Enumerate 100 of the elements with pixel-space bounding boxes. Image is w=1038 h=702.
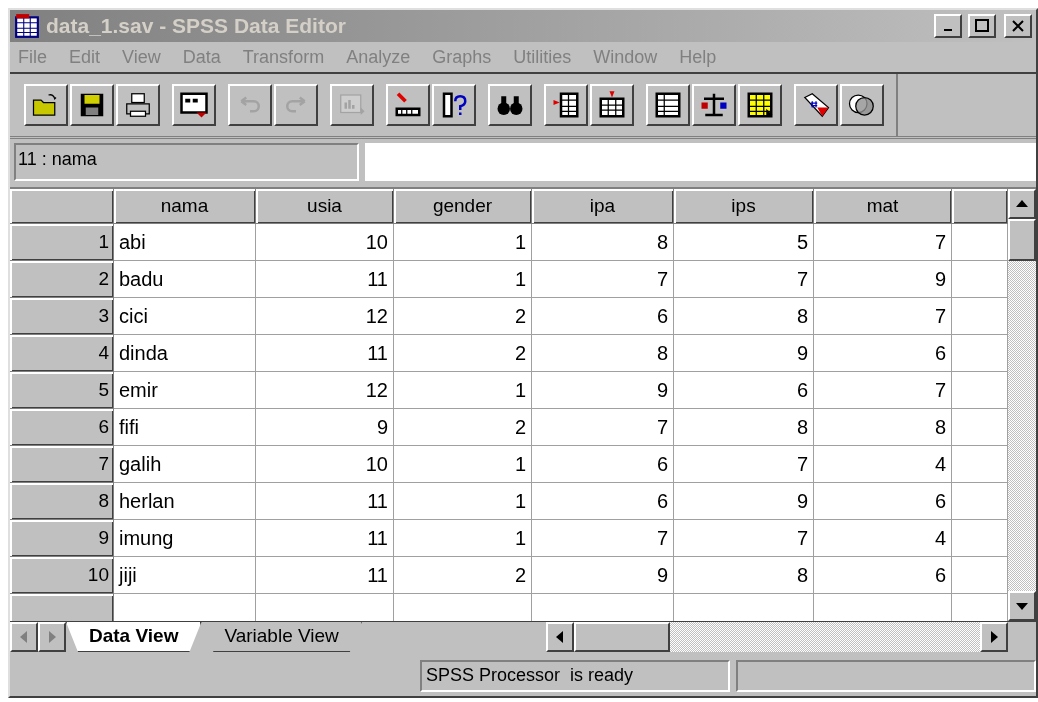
table-cell: 9 <box>532 372 674 409</box>
row-header[interactable]: 10 <box>10 557 114 594</box>
column-header[interactable]: mat <box>814 189 952 224</box>
insert-column-icon <box>597 90 627 120</box>
row-header[interactable]: 2 <box>10 261 114 298</box>
toolbar-button[interactable] <box>794 84 838 126</box>
maximize-button[interactable] <box>968 14 996 38</box>
toolbar-button[interactable] <box>70 84 114 126</box>
row-header[interactable]: 5 <box>10 372 114 409</box>
table-cell: 11 <box>256 261 394 298</box>
scroll-left-button[interactable] <box>546 622 574 652</box>
toolbar-button[interactable] <box>432 84 476 126</box>
row-header[interactable]: 7 <box>10 446 114 483</box>
table-cell: dinda <box>114 335 256 372</box>
table-cell: 4 <box>814 446 952 483</box>
toolbar-button[interactable] <box>24 84 68 126</box>
spreadsheet-icon <box>14 13 40 39</box>
toolbar-button[interactable] <box>172 84 216 126</box>
close-button[interactable] <box>1004 14 1032 38</box>
column-header[interactable]: usia <box>256 189 394 224</box>
window-title: data_1.sav - SPSS Data Editor <box>46 14 347 38</box>
table-cell: 10 <box>256 446 394 483</box>
table-cell: herlan <box>114 483 256 520</box>
table-cell: 8 <box>814 409 952 446</box>
tag-icon <box>801 90 831 120</box>
minimize-icon <box>944 29 952 31</box>
scroll-down-button[interactable] <box>1008 591 1036 621</box>
toolbar-button[interactable] <box>738 84 782 126</box>
table-cell: 4 <box>814 520 952 557</box>
view-tab[interactable]: Variable View <box>201 622 362 652</box>
table-cell: 9 <box>674 483 814 520</box>
toolbar-button[interactable] <box>544 84 588 126</box>
scrollbar-thumb[interactable] <box>1008 219 1036 261</box>
table-cell: 11 <box>256 557 394 594</box>
table-cell: 1 <box>394 224 532 261</box>
table-cell: 1 <box>394 483 532 520</box>
table-cell: 8 <box>674 557 814 594</box>
down-arrow-icon <box>1016 602 1028 610</box>
column-header[interactable]: gender <box>394 189 532 224</box>
highlighted-table-icon <box>745 90 775 120</box>
table-cell: 11 <box>256 335 394 372</box>
table-cell: 1 <box>394 446 532 483</box>
column-header[interactable]: nama <box>114 189 256 224</box>
row-header[interactable]: 4 <box>10 335 114 372</box>
table-cell: 6 <box>674 372 814 409</box>
row-header[interactable]: 1 <box>10 224 114 261</box>
table-cell: 7 <box>532 520 674 557</box>
table-cell: 1 <box>394 520 532 557</box>
cell-editor-field[interactable] <box>365 143 1036 181</box>
left-arrow-icon <box>556 631 564 643</box>
dialog-window-icon <box>179 90 209 120</box>
table-cell: 9 <box>814 261 952 298</box>
table-cell: 5 <box>674 224 814 261</box>
table-cell: 10 <box>256 224 394 261</box>
table-cell: 8 <box>674 409 814 446</box>
toolbar-button[interactable] <box>116 84 160 126</box>
tab-scroll-right-button[interactable] <box>38 622 66 652</box>
table-cell: fifi <box>114 409 256 446</box>
table-cell: 2 <box>394 335 532 372</box>
toolbar-button[interactable] <box>488 84 532 126</box>
column-header[interactable]: ipa <box>532 189 674 224</box>
row-header[interactable]: 9 <box>10 520 114 557</box>
row-header[interactable]: 3 <box>10 298 114 335</box>
minimize-button[interactable] <box>934 14 962 38</box>
table-cell: 6 <box>814 483 952 520</box>
insert-row-icon <box>551 90 581 120</box>
table-cell: galih <box>114 446 256 483</box>
scroll-up-button[interactable] <box>1008 189 1036 219</box>
vertical-scrollbar[interactable] <box>1008 189 1036 621</box>
row-header[interactable]: 6 <box>10 409 114 446</box>
table-cell: 12 <box>256 372 394 409</box>
toolbar-button[interactable] <box>692 84 736 126</box>
toolbar-button[interactable] <box>386 84 430 126</box>
scrollbar-thumb[interactable] <box>574 622 670 652</box>
row-header[interactable]: 8 <box>10 483 114 520</box>
status-message: SPSS Processor is ready <box>420 660 730 692</box>
toolbar-button[interactable] <box>590 84 634 126</box>
toolbar-button[interactable] <box>840 84 884 126</box>
up-arrow-icon <box>1016 200 1028 208</box>
table-cell: 6 <box>814 335 952 372</box>
close-icon <box>1011 19 1025 33</box>
table-cell: 7 <box>814 298 952 335</box>
column-header[interactable]: ips <box>674 189 814 224</box>
tab-scroll-left-button[interactable] <box>10 622 38 652</box>
table-cell: 7 <box>814 224 952 261</box>
toolbar-button[interactable] <box>646 84 690 126</box>
column-header[interactable] <box>952 189 1008 224</box>
table-cell: 9 <box>532 557 674 594</box>
scroll-right-button[interactable] <box>980 622 1008 652</box>
left-arrow-icon <box>20 631 28 643</box>
table-cell: imung <box>114 520 256 557</box>
table-cell: 6 <box>814 557 952 594</box>
table-cell: emir <box>114 372 256 409</box>
table-cell: 6 <box>532 483 674 520</box>
table-cell: abi <box>114 224 256 261</box>
table-cell: 2 <box>394 409 532 446</box>
table-cell: 7 <box>674 446 814 483</box>
table-cell: 9 <box>674 335 814 372</box>
horizontal-scrollbar[interactable] <box>546 622 1008 652</box>
view-tab[interactable]: Data View <box>66 622 202 652</box>
